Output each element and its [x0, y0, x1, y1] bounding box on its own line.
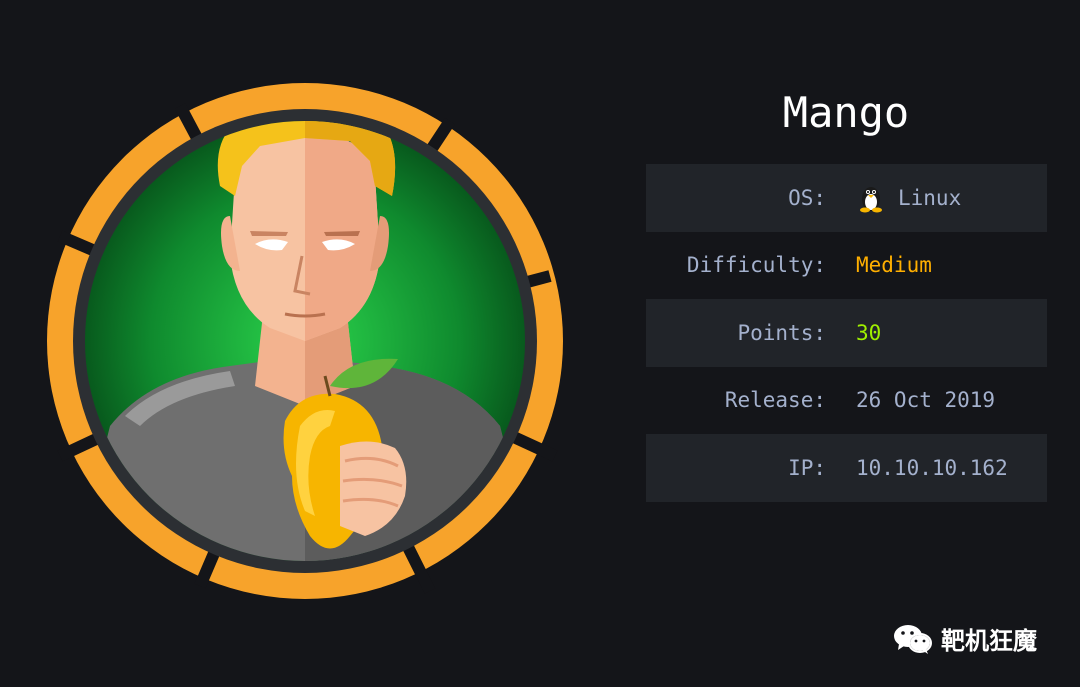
os-value: Linux [856, 183, 961, 213]
machine-avatar [47, 83, 563, 599]
ip-label: IP: [788, 455, 826, 480]
tux-icon [860, 186, 882, 213]
release-label: Release: [724, 388, 826, 413]
watermark-text: 靶机狂魔 [941, 627, 1037, 655]
points-label: Points: [737, 320, 826, 345]
info-row-points: Points: 30 [646, 299, 1047, 367]
release-value: 26 Oct 2019 [856, 388, 996, 413]
info-row-os: OS: Linux [646, 164, 1047, 232]
difficulty-label: Difficulty: [686, 253, 826, 278]
difficulty-value: Medium [856, 253, 932, 278]
info-row-ip: IP: 10.10.10.162 [646, 434, 1047, 502]
machine-info-table: OS: Linux Difficulty: Medium Points: 30 … [646, 164, 1047, 502]
info-row-difficulty: Difficulty: Medium [646, 232, 1047, 300]
watermark: 靶机狂魔 [893, 621, 1037, 656]
machine-name: Mango [782, 88, 910, 137]
os-label: OS: [788, 185, 826, 210]
ip-value: 10.10.10.162 [856, 455, 1008, 480]
info-row-release: Release: 26 Oct 2019 [646, 367, 1047, 435]
os-value-text: Linux [898, 185, 962, 210]
points-value: 30 [856, 320, 882, 345]
wechat-icon [894, 624, 932, 654]
